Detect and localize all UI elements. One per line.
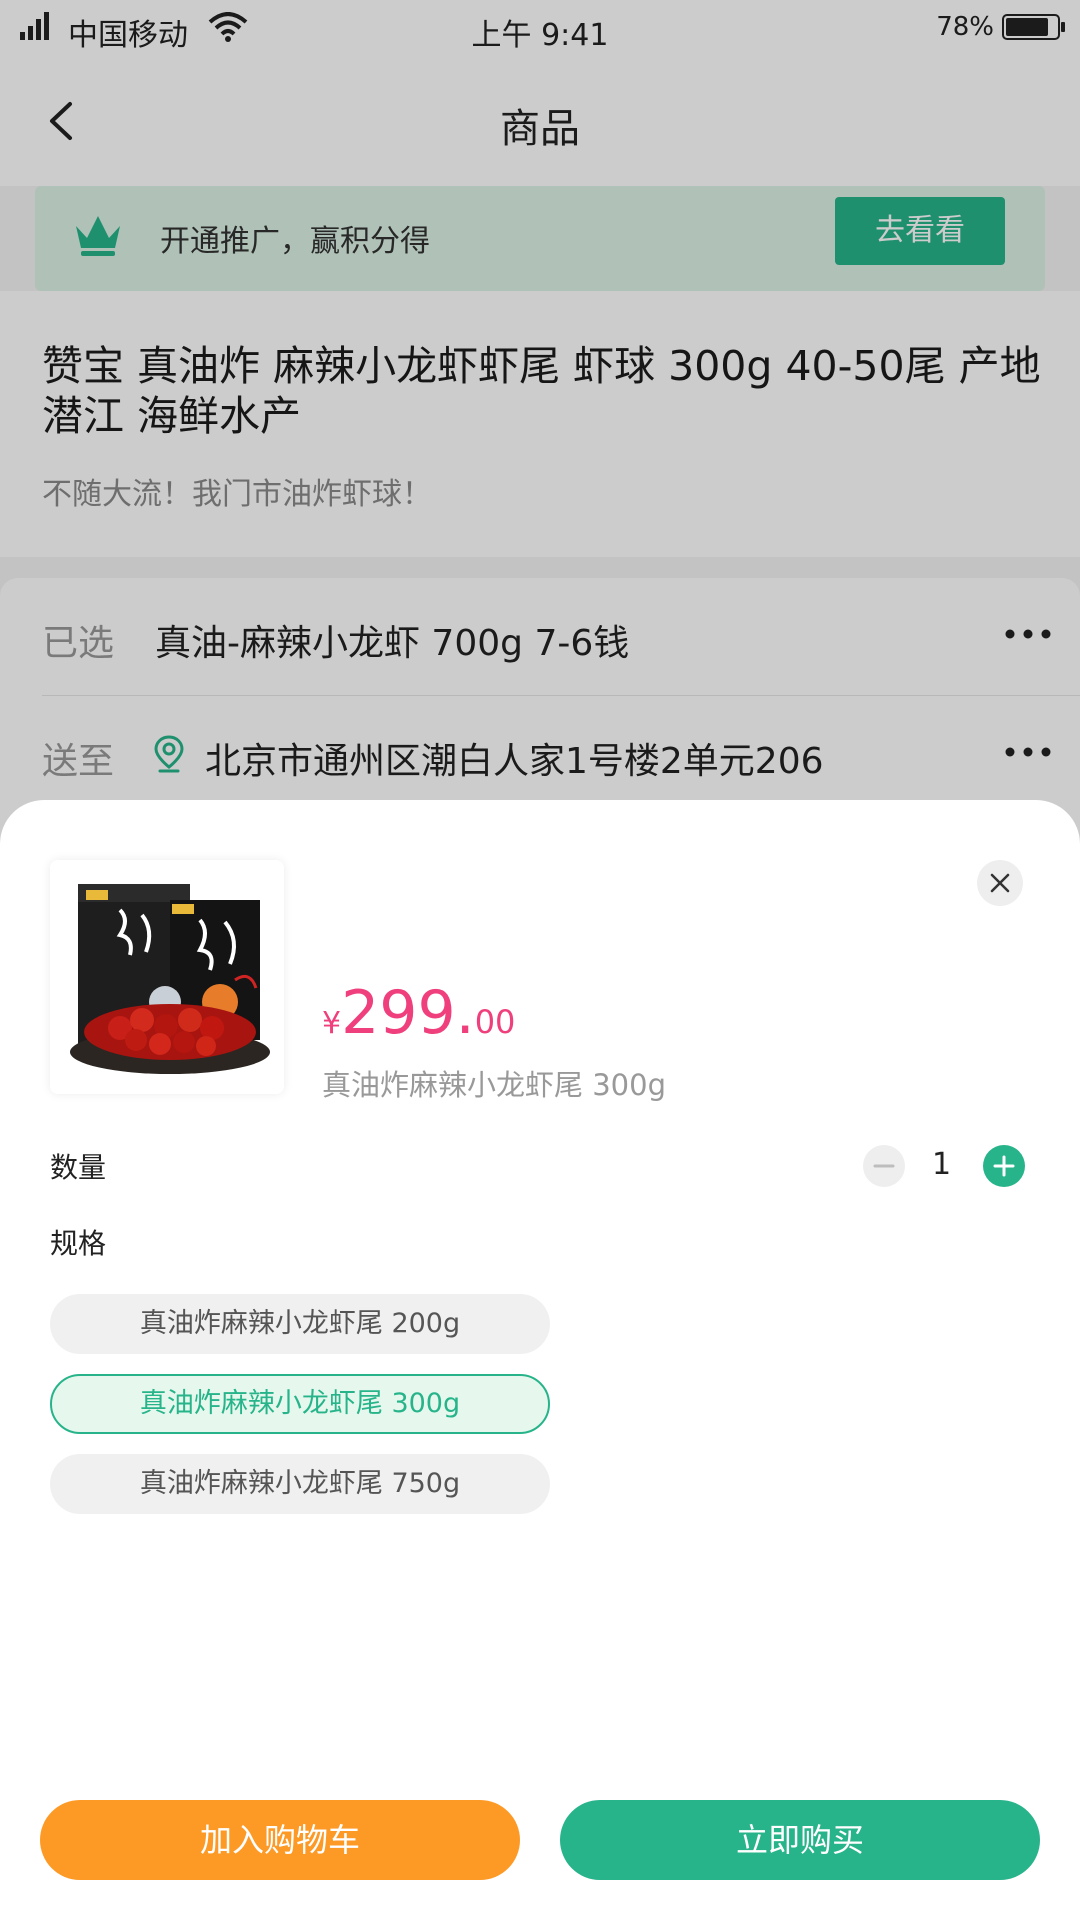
close-icon: [990, 873, 1010, 893]
price-integer: 299.: [341, 978, 475, 1048]
price-symbol: ¥: [322, 1006, 342, 1041]
spec-sheet: ¥299.00 真油炸麻辣小龙虾尾 300g 数量 1 规格 真油炸麻辣小龙虾尾…: [0, 800, 1080, 1920]
price: ¥299.00: [322, 978, 515, 1048]
product-thumbnail: [50, 860, 284, 1094]
close-button[interactable]: [977, 860, 1023, 906]
selected-spec-text: 真油炸麻辣小龙虾尾 300g: [322, 1068, 666, 1102]
spec-option-200g[interactable]: 真油炸麻辣小龙虾尾 200g: [50, 1294, 550, 1354]
quantity-value: 1: [932, 1147, 952, 1182]
quantity-minus-button[interactable]: [863, 1145, 905, 1187]
product-image: [50, 860, 284, 1094]
quantity-label: 数量: [50, 1151, 107, 1184]
quantity-plus-button[interactable]: [983, 1145, 1025, 1187]
spec-option-300g[interactable]: 真油炸麻辣小龙虾尾 300g: [50, 1374, 550, 1434]
add-to-cart-button[interactable]: 加入购物车: [40, 1800, 520, 1880]
plus-icon: [993, 1155, 1015, 1177]
minus-icon: [873, 1164, 895, 1168]
price-decimal: 00: [474, 1003, 516, 1041]
buy-now-button[interactable]: 立即购买: [560, 1800, 1040, 1880]
spec-label: 规格: [50, 1227, 107, 1260]
spec-option-750g[interactable]: 真油炸麻辣小龙虾尾 750g: [50, 1454, 550, 1514]
